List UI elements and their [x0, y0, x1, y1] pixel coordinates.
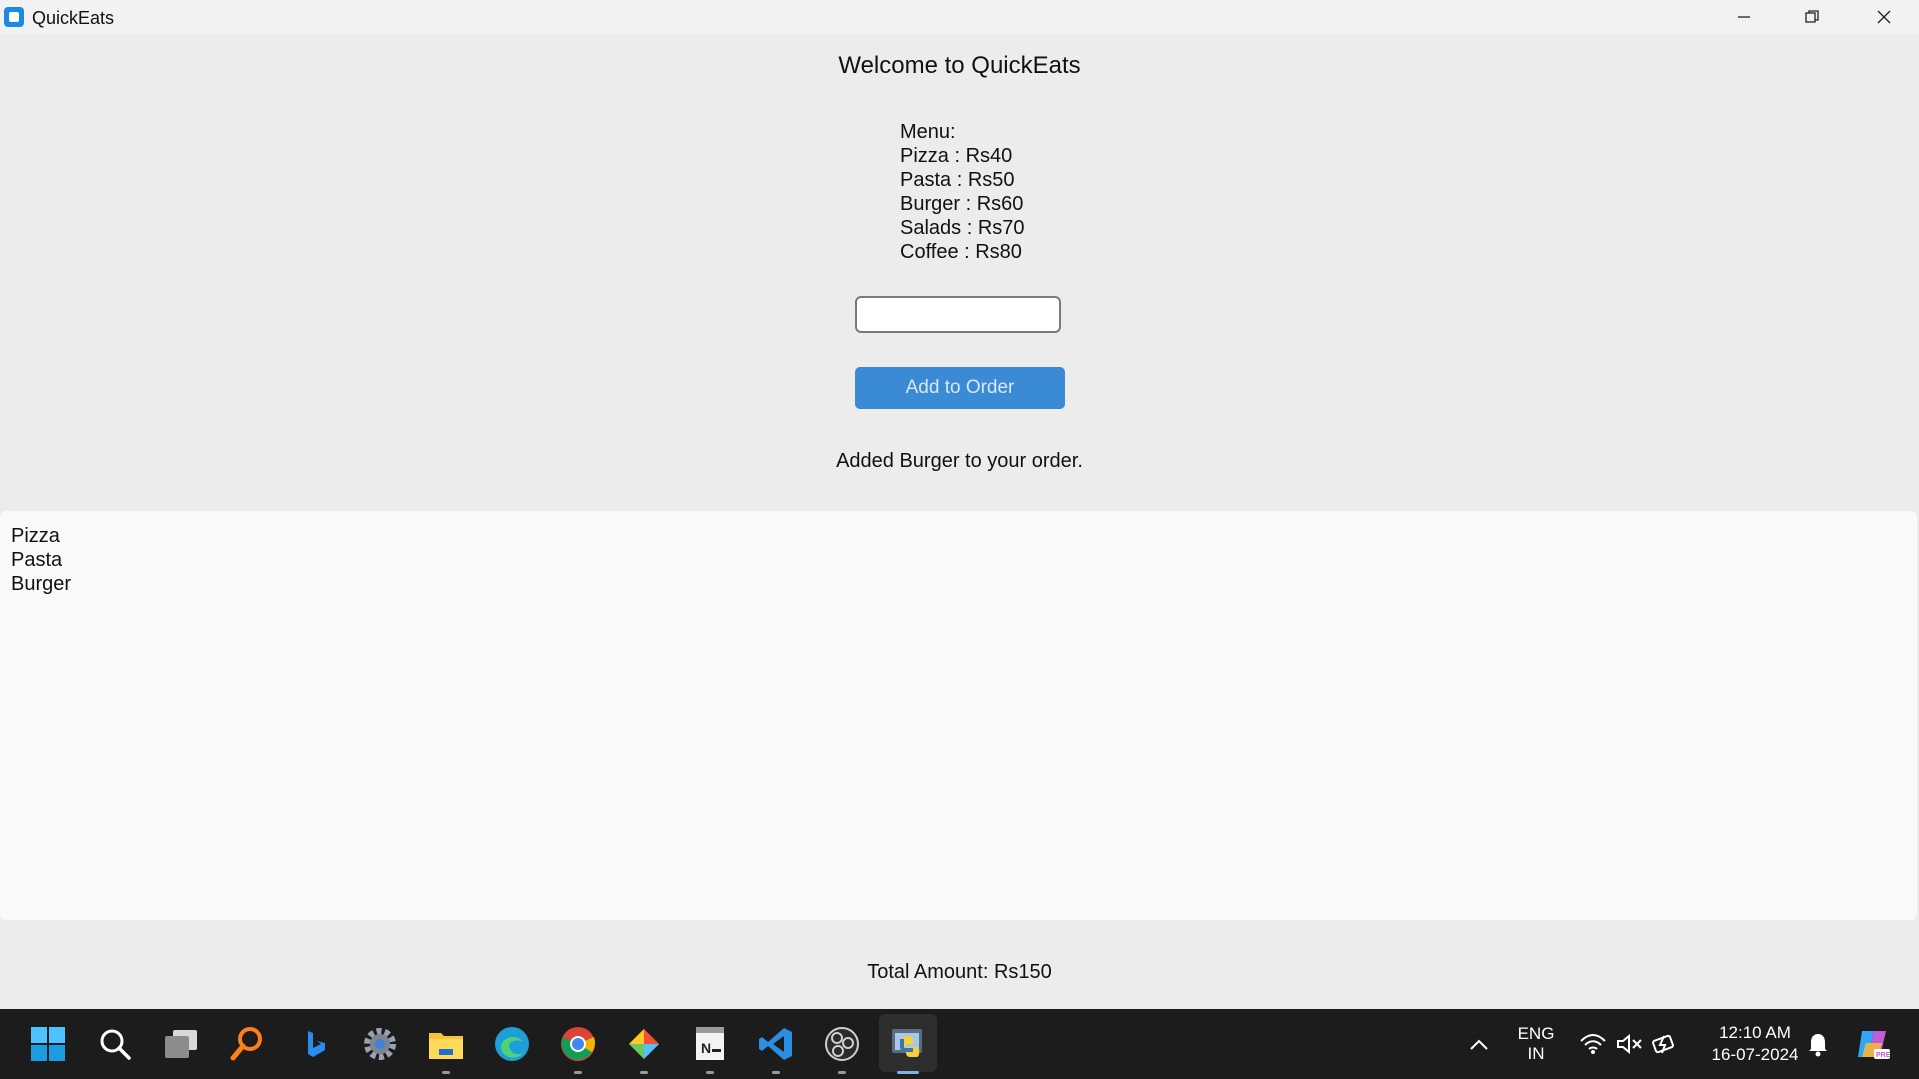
file-explorer-icon[interactable] [425, 1023, 467, 1065]
vscode-icon[interactable] [755, 1023, 797, 1065]
task-view-icon[interactable] [160, 1023, 202, 1065]
chrome-icon[interactable] [557, 1023, 599, 1065]
add-to-order-button[interactable]: Add to Order [855, 367, 1065, 409]
obs-icon[interactable] [821, 1023, 863, 1065]
running-indicator [838, 1071, 846, 1074]
order-listbox[interactable]: Pizza Pasta Burger [0, 511, 1917, 920]
everything-search-icon[interactable] [226, 1023, 268, 1065]
running-indicator [897, 1071, 919, 1074]
menu-heading: Menu: [900, 121, 956, 143]
list-item[interactable]: Pizza [11, 524, 1917, 548]
svg-text:N: N [701, 1040, 711, 1056]
git-icon[interactable] [623, 1023, 665, 1065]
running-indicator [574, 1071, 582, 1074]
copilot-icon[interactable]: PRE [1852, 1023, 1894, 1065]
running-indicator [442, 1071, 450, 1074]
running-indicator [772, 1071, 780, 1074]
menu-item: Salads : Rs70 [900, 217, 1025, 239]
close-icon [1877, 10, 1891, 24]
total-amount: Total Amount: Rs150 [867, 961, 1052, 983]
order-input[interactable] [855, 296, 1061, 333]
search-icon[interactable] [94, 1023, 136, 1065]
language-indicator[interactable]: ENG IN [1508, 1024, 1564, 1064]
start-icon[interactable] [27, 1023, 69, 1065]
minimize-button[interactable] [1710, 0, 1778, 34]
taskbar: N ENG IN 12:10 AM 16-07-2024 PRE [0, 1009, 1919, 1079]
title-bar: QuickEats [0, 0, 1919, 34]
menu-item: Burger : Rs60 [900, 193, 1024, 215]
minimize-icon [1738, 16, 1750, 18]
menu-item: Pizza : Rs40 [900, 145, 1013, 167]
svg-text:PRE: PRE [1876, 1052, 1891, 1059]
status-message: Added Burger to your order. [836, 450, 1083, 472]
python-icon[interactable] [887, 1023, 929, 1065]
restore-icon [1805, 10, 1819, 23]
chevron-up-icon[interactable] [1458, 1023, 1500, 1065]
battery-charging-icon[interactable] [1644, 1023, 1686, 1065]
running-indicator [640, 1071, 648, 1074]
bing-icon[interactable] [293, 1023, 335, 1065]
menu-item: Coffee : Rs80 [900, 241, 1022, 263]
window-title: QuickEats [32, 8, 115, 28]
list-item[interactable]: Burger [11, 572, 1917, 596]
restore-button[interactable] [1778, 0, 1846, 34]
edge-icon[interactable] [491, 1023, 533, 1065]
list-item[interactable]: Pasta [11, 548, 1917, 572]
menu-item: Pasta : Rs50 [900, 169, 1015, 191]
welcome-heading: Welcome to QuickEats [838, 52, 1081, 79]
menu-list: Menu: Pizza : Rs40 Pasta : Rs50 Burger :… [900, 120, 1025, 264]
app-icon [4, 7, 24, 27]
running-indicator [706, 1071, 714, 1074]
settings-icon[interactable] [359, 1023, 401, 1065]
notepad-plus-icon[interactable]: N [689, 1023, 731, 1065]
close-button[interactable] [1850, 0, 1918, 34]
bell-icon[interactable] [1797, 1023, 1839, 1065]
